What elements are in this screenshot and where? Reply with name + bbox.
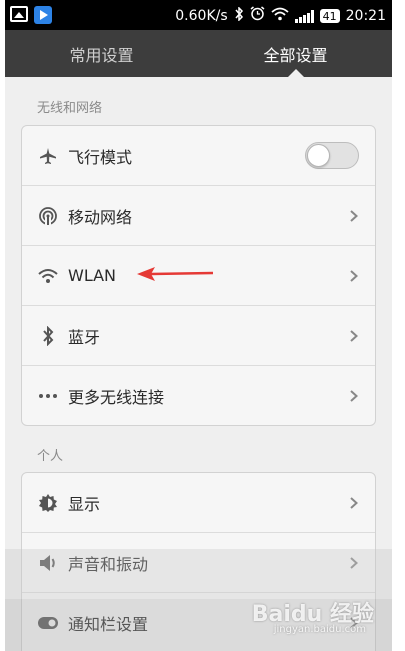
settings-row-label: 移动网络 <box>68 207 133 227</box>
signal-icon <box>294 9 314 23</box>
airplane-mode-toggle[interactable] <box>305 142 359 169</box>
more-dots-icon <box>36 366 60 425</box>
display-gear-icon <box>36 473 60 532</box>
status-left <box>10 6 52 24</box>
tab-common-settings[interactable]: 常用设置 <box>5 30 198 77</box>
settings-row-mobile-network[interactable]: 移动网络 <box>22 185 375 245</box>
video-app-icon <box>34 6 52 24</box>
chevron-right-icon <box>347 186 361 245</box>
battery-icon: 41 <box>319 8 340 23</box>
clock: 20:21 <box>345 7 386 24</box>
annotation-arrow-icon <box>137 267 214 281</box>
settings-tab-bar: 常用设置 全部设置 <box>5 30 392 77</box>
picture-icon <box>10 6 28 22</box>
settings-row-airplane[interactable]: 飞行模式 <box>22 126 375 185</box>
settings-row-more-wireless[interactable]: 更多无线连接 <box>22 365 375 425</box>
settings-row-label: 蓝牙 <box>68 327 101 347</box>
chevron-right-icon <box>347 473 361 532</box>
watermark-url: jingyan.baidu.com <box>273 624 366 635</box>
settings-row-bluetooth[interactable]: 蓝牙 <box>22 305 375 365</box>
settings-row-label: WLAN <box>68 266 117 285</box>
active-tab-indicator <box>288 69 304 77</box>
network-speed: 0.60K/s <box>175 7 228 24</box>
alarm-icon <box>250 6 265 25</box>
status-right: 0.60K/s 41 20:21 <box>175 5 386 25</box>
settings-row-label: 显示 <box>68 494 101 514</box>
section-header-wireless: 无线和网络 <box>37 101 103 116</box>
bluetooth-icon <box>234 5 244 25</box>
toggle-knob <box>307 144 330 167</box>
bluetooth-icon <box>36 306 60 365</box>
settings-row-label: 飞行模式 <box>68 147 133 167</box>
settings-row-display[interactable]: 显示 <box>22 473 375 532</box>
scroll-fade-overlay <box>5 549 392 599</box>
airplane-icon <box>36 126 60 185</box>
settings-row-label: 更多无线连接 <box>68 387 165 407</box>
status-bar: 0.60K/s 41 20:21 <box>5 0 392 30</box>
chevron-right-icon <box>347 306 361 365</box>
wifi-icon <box>271 7 289 25</box>
mobile-network-icon <box>36 186 60 245</box>
wifi-icon <box>36 246 60 305</box>
chevron-right-icon <box>347 366 361 425</box>
phone-screen: 0.60K/s 41 20:21 常用设置 全部设置 无线和网络 飞行模式 移动… <box>5 0 392 651</box>
section-header-personal: 个人 <box>37 449 64 464</box>
chevron-right-icon <box>347 246 361 305</box>
